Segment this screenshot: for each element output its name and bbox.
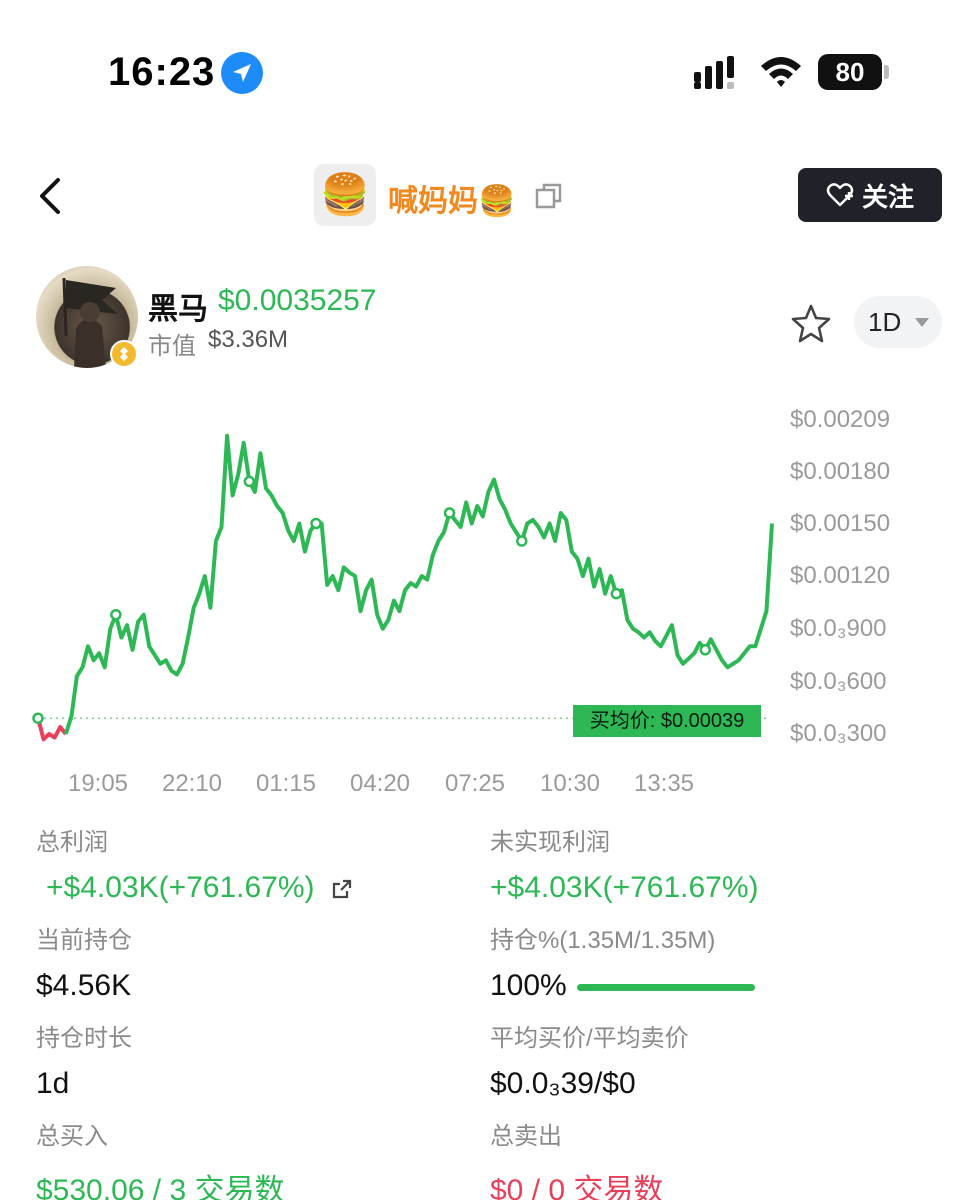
token-info: 黑马 $0.0035257 市值 $3.36M 1D <box>0 262 978 382</box>
stat-current-position: 当前持仓 $4.56K <box>36 920 132 1003</box>
y-tick-label: $0.00120 <box>790 562 891 589</box>
y-tick-label: $0.00209 <box>790 406 891 433</box>
wifi-icon <box>761 57 801 87</box>
x-tick-label: 07:25 <box>444 770 506 797</box>
trade-marker[interactable] <box>516 535 528 547</box>
hold-duration-value: 1d <box>36 1067 70 1100</box>
follow-label: 关注 <box>861 181 914 212</box>
trade-marker[interactable] <box>310 517 322 530</box>
trade-marker[interactable] <box>610 587 623 600</box>
current-position-label: 当前持仓 <box>36 927 132 954</box>
hold-duration-label: 持仓时长 <box>36 1025 132 1052</box>
x-tick-label: 13:35 <box>633 770 695 797</box>
total-buy-label: 总买入 <box>36 1123 108 1150</box>
bnb-chain-badge-icon <box>110 340 138 368</box>
stat-holding-percent: 持仓%(1.35M/1.35M) 100% <box>490 920 755 1003</box>
stat-total-profit: 总利润 +$4.03K(+761.67%) <box>36 822 353 905</box>
external-link-icon[interactable] <box>331 878 353 900</box>
trade-marker[interactable] <box>699 644 712 656</box>
unrealized-profit-label: 未实现利润 <box>490 829 610 856</box>
x-tick-label: 19:05 <box>67 770 129 797</box>
time-range-value: 1D <box>868 306 902 337</box>
star-favorite-icon[interactable] <box>790 302 832 344</box>
status-time: 16:23 <box>108 50 216 94</box>
battery-indicator: 80 <box>818 54 890 90</box>
holding-percent-bar <box>576 983 755 991</box>
trade-marker[interactable] <box>110 608 122 621</box>
token-price: $0.0035257 <box>218 284 377 317</box>
total-sell-label: 总卖出 <box>490 1123 562 1150</box>
caret-down-icon <box>915 317 930 327</box>
current-position-value: $4.56K <box>36 969 132 1002</box>
heart-plus-icon <box>826 183 854 207</box>
battery-level: 80 <box>818 54 882 90</box>
unrealized-profit-value: +$4.03K(+761.67%) <box>490 871 759 904</box>
nav-header: 🍔 喊妈妈🍔 关注 <box>0 150 978 240</box>
y-tick-label: $0.0₃900 <box>790 615 887 642</box>
x-tick-label: 04:20 <box>349 770 411 797</box>
follow-button[interactable]: 关注 <box>798 168 942 222</box>
location-arrow-icon <box>221 52 263 94</box>
user-avatar[interactable]: 🍔 <box>314 164 376 226</box>
x-tick-label: 10:30 <box>539 770 601 797</box>
stat-total-sell: 总卖出 $0 / 0 交易数 <box>490 1116 663 1200</box>
status-bar: 16:23 80 <box>0 0 978 140</box>
x-tick-label: 01:15 <box>255 770 317 797</box>
total-profit-label: 总利润 <box>36 829 108 856</box>
user-title: 喊妈妈🍔 <box>388 185 516 218</box>
back-chevron-icon[interactable] <box>34 176 68 216</box>
battery-tip <box>884 65 889 79</box>
x-tick-label: 22:10 <box>161 770 223 797</box>
holding-percent-label: 持仓%(1.35M/1.35M) <box>490 927 716 954</box>
trade-marker[interactable] <box>32 712 44 724</box>
total-sell-value: $0 / 0 交易数 <box>490 1174 664 1200</box>
total-profit-value[interactable]: +$4.03K(+761.67%) <box>46 871 353 905</box>
trade-marker[interactable] <box>443 507 456 519</box>
y-tick-label: $0.00150 <box>790 510 891 537</box>
average-buy-price-tag: 买均价: $0.00039 <box>573 705 761 737</box>
stat-total-buy: 总买入 $530.06 / 3 交易数 <box>36 1116 284 1200</box>
total-buy-value: $530.06 / 3 交易数 <box>36 1174 285 1200</box>
average-prices-value: $0.0₃39/$0 <box>490 1067 636 1100</box>
stat-average-prices: 平均买价/平均卖价 $0.0₃39/$0 <box>490 1018 689 1101</box>
total-profit-amount: +$4.03K(+761.67%) <box>46 871 315 904</box>
market-cap-value: $3.36M <box>208 326 289 353</box>
holding-percent-row: 100% <box>490 969 755 1003</box>
price-chart[interactable]: $0.00209 $0.00180 $0.00150 $0.00120 $0.0… <box>0 390 978 810</box>
copy-icon[interactable] <box>535 182 563 210</box>
market-cap-label: 市值 <box>148 333 196 360</box>
stat-hold-duration: 持仓时长 1d <box>36 1018 132 1101</box>
stat-unrealized-profit: 未实现利润 +$4.03K(+761.67%) <box>490 822 759 905</box>
average-prices-label: 平均买价/平均卖价 <box>490 1025 689 1052</box>
y-tick-label: $0.00180 <box>790 458 891 485</box>
holding-percent-value: 100% <box>490 969 567 1002</box>
y-tick-label: $0.0₃300 <box>790 720 887 747</box>
trade-marker[interactable] <box>243 475 256 488</box>
token-name: 黑马 <box>148 293 208 326</box>
cellular-signal-icon <box>694 56 734 89</box>
time-range-selector[interactable]: 1D <box>854 296 942 348</box>
y-tick-label: $0.0₃600 <box>790 668 887 695</box>
price-line <box>63 433 774 735</box>
